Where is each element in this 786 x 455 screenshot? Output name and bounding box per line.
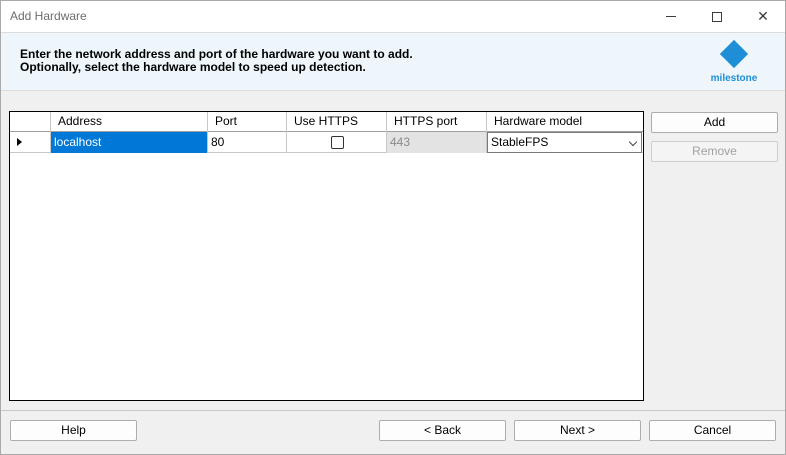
cancel-button[interactable]: Cancel [649, 420, 776, 441]
use-https-checkbox[interactable] [331, 136, 344, 149]
help-button[interactable]: Help [10, 420, 137, 441]
minimize-button[interactable] [648, 1, 694, 32]
close-icon: ✕ [757, 8, 769, 24]
column-header-https-port[interactable]: HTTPS port [387, 112, 487, 132]
row-header[interactable] [10, 132, 51, 153]
maximize-button[interactable] [694, 1, 740, 32]
use-https-cell [287, 132, 387, 153]
maximize-icon [712, 11, 722, 22]
instructions-line-2: Optionally, select the hardware model to… [20, 60, 366, 74]
milestone-logo-text: milestone [710, 73, 758, 84]
milestone-logo: milestone [701, 39, 767, 87]
next-button[interactable]: Next > [514, 420, 641, 441]
grid-header: Address Port Use HTTPS HTTPS port Hardwa… [10, 112, 643, 132]
https-port-cell: 443 [387, 132, 487, 153]
minimize-icon [666, 16, 676, 17]
title-bar: Add Hardware ✕ [1, 1, 785, 32]
column-header-hardware-model[interactable]: Hardware model [487, 112, 643, 132]
column-header-port[interactable]: Port [208, 112, 287, 132]
port-cell[interactable]: 80 [208, 132, 287, 153]
close-button[interactable]: ✕ [740, 1, 786, 32]
remove-button: Remove [651, 141, 778, 162]
column-header-use-https[interactable]: Use HTTPS [287, 112, 387, 132]
current-row-arrow-icon [17, 138, 22, 146]
hardware-model-cell[interactable]: StableFPS [487, 132, 643, 153]
chevron-down-icon [628, 137, 638, 147]
hardware-model-select[interactable]: StableFPS [487, 132, 642, 153]
column-header-address[interactable]: Address [51, 112, 208, 132]
instructions-banner: Enter the network address and port of th… [1, 32, 785, 91]
table-row[interactable]: localhost 80 443 StableFPS [10, 132, 643, 153]
instructions-text: Enter the network address and port of th… [20, 48, 413, 74]
back-button[interactable]: < Back [379, 420, 506, 441]
hardware-grid[interactable]: Address Port Use HTTPS HTTPS port Hardwa… [9, 111, 644, 401]
add-hardware-window: Add Hardware ✕ Enter the network address… [0, 0, 786, 455]
row-header-corner [10, 112, 51, 132]
hardware-model-value: StableFPS [491, 135, 549, 149]
add-button[interactable]: Add [651, 112, 778, 133]
address-cell[interactable]: localhost [51, 132, 208, 153]
milestone-diamond-icon [719, 39, 749, 69]
window-title: Add Hardware [10, 9, 87, 23]
